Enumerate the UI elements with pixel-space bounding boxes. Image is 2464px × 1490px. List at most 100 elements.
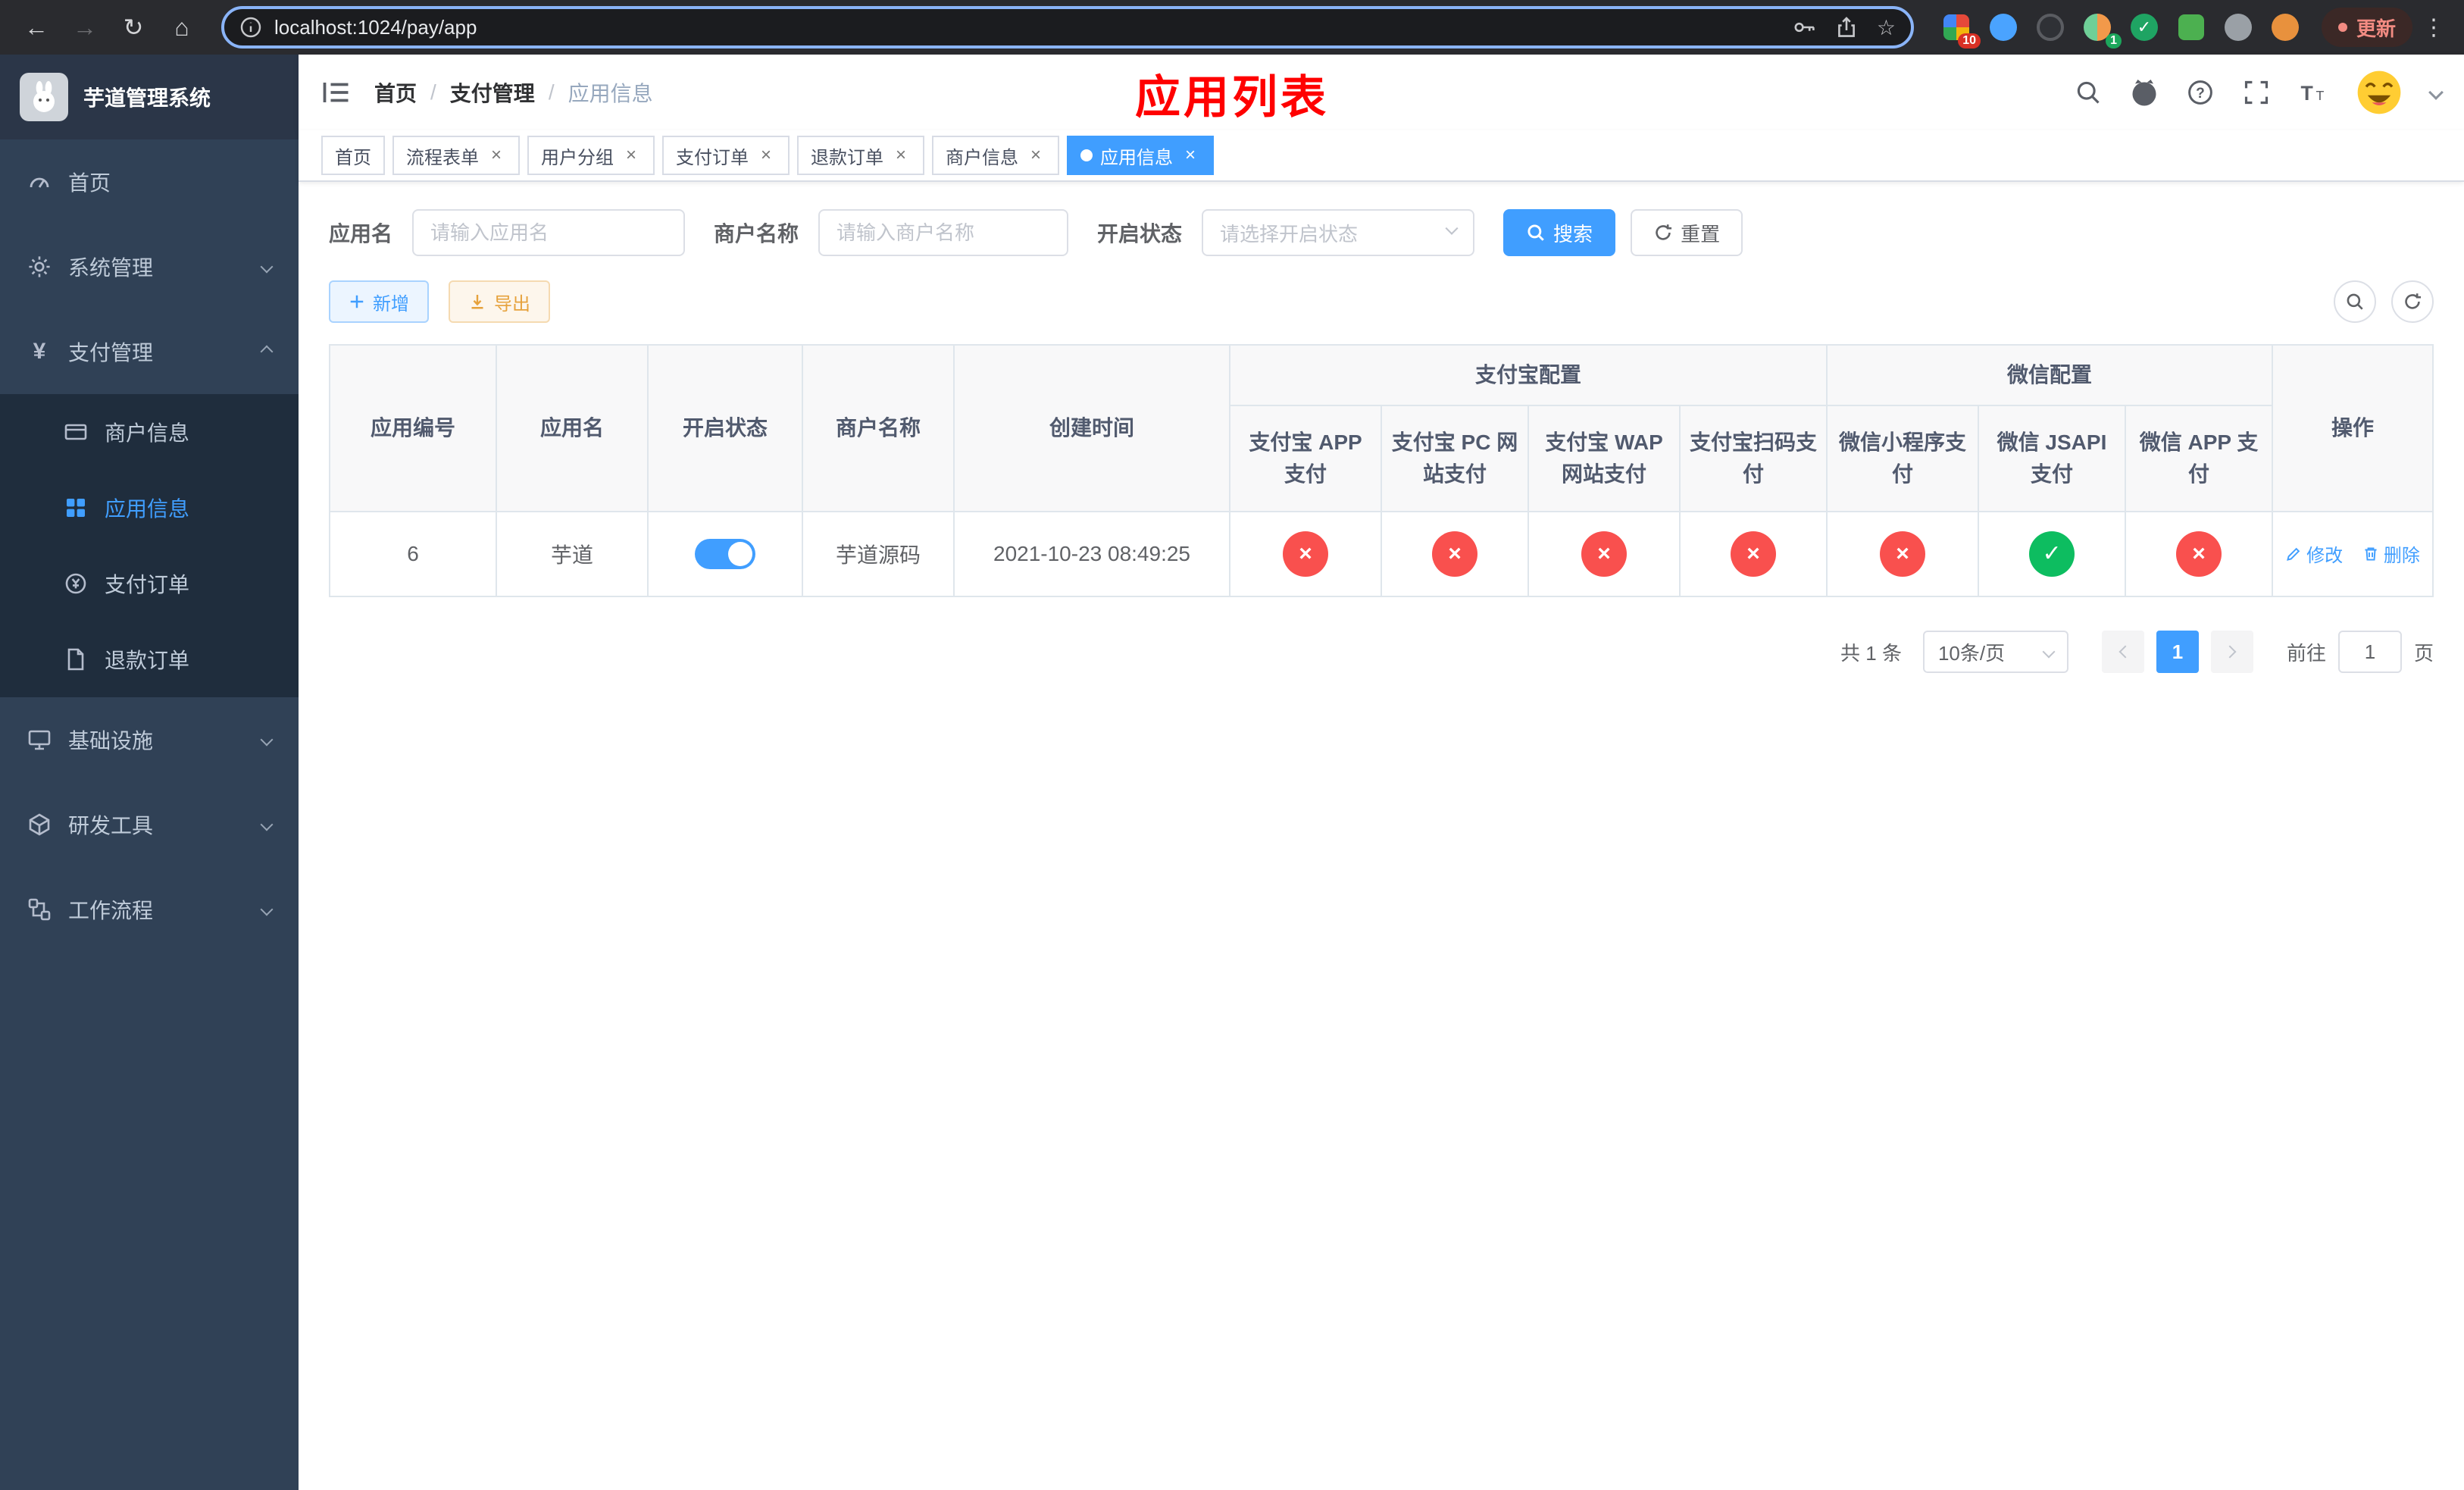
prev-page-button[interactable] (2101, 631, 2144, 673)
delete-link[interactable]: 删除 (2362, 540, 2420, 567)
browser-forward-icon[interactable]: → (64, 6, 106, 49)
sidebar-fold-icon[interactable] (321, 77, 352, 108)
status-toggle[interactable] (695, 539, 755, 569)
app-name-input[interactable] (412, 209, 686, 256)
sidebar-item-pay-orders[interactable]: 支付订单 (0, 546, 299, 621)
edit-link[interactable]: 修改 (2285, 540, 2343, 567)
box-icon (27, 812, 52, 837)
tab-app-info[interactable]: 应用信息 × (1067, 136, 1214, 175)
goto-label: 前往 (2286, 641, 2326, 665)
alipay-qr-status-icon: × (1731, 531, 1776, 577)
app-logo[interactable]: 芋道管理系统 (0, 55, 299, 139)
github-icon[interactable] (2129, 77, 2159, 108)
browser-menu-icon[interactable]: ⋮ (2419, 14, 2449, 41)
sidebar-item-devtools[interactable]: 研发工具 (0, 782, 299, 867)
sidebar-item-workflow[interactable]: 工作流程 (0, 867, 299, 952)
filter-form: 应用名 商户名称 开启状态 请选择开启状态 (329, 209, 2434, 256)
user-avatar[interactable] (2353, 67, 2405, 118)
user-menu-caret-icon[interactable] (2428, 85, 2444, 100)
password-key-icon[interactable] (1792, 15, 1816, 39)
tab-close-icon[interactable]: × (1180, 146, 1200, 165)
extension-check-icon[interactable]: ✓ (2129, 12, 2159, 42)
update-dot-icon (2337, 23, 2347, 32)
page-unit-label: 页 (2413, 641, 2434, 665)
search-button[interactable]: 搜索 (1503, 209, 1616, 256)
goto-page-input[interactable] (2337, 631, 2402, 673)
status-select[interactable]: 请选择开启状态 (1202, 209, 1475, 256)
tab-close-icon[interactable]: × (756, 146, 776, 165)
apps-table: 应用编号 应用名 开启状态 商户名称 创建时间 支付宝配置 微信配置 操作 支付… (329, 344, 2434, 597)
sidebar-item-home[interactable]: 首页 (0, 139, 299, 224)
merchant-name-input[interactable] (818, 209, 1069, 256)
extension-collage-icon[interactable]: 10 (1941, 12, 1981, 49)
page-number-1[interactable]: 1 (2156, 631, 2199, 673)
extension-drop-icon[interactable] (1988, 12, 2018, 42)
sidebar-item-refund-orders[interactable]: 退款订单 (0, 621, 299, 697)
browser-update-button[interactable]: 更新 (2321, 8, 2412, 47)
search-icon[interactable] (2073, 77, 2103, 108)
browser-reload-icon[interactable]: ↻ (112, 6, 155, 49)
tab-close-icon[interactable]: × (891, 146, 911, 165)
alipay-wap-status-icon: × (1581, 531, 1627, 577)
col-merchant: 商户名称 (802, 344, 955, 512)
address-bar[interactable]: localhost:1024/pay/app ☆ (221, 6, 1914, 49)
tab-close-icon[interactable]: × (1026, 146, 1046, 165)
bookmark-star-icon[interactable]: ☆ (1877, 15, 1896, 40)
extensions-row: 10 1 ✓ (1941, 12, 2300, 49)
sidebar-item-merchant-info[interactable]: 商户信息 (0, 394, 299, 470)
breadcrumb-payment[interactable]: 支付管理 (450, 77, 535, 108)
tab-pay-orders[interactable]: 支付订单 × (662, 136, 790, 175)
cell-created: 2021-10-23 08:49:25 (953, 511, 1230, 597)
app-name-label: 应用名 (329, 222, 393, 246)
sidebar-item-system[interactable]: 系统管理 (0, 224, 299, 309)
extension-dark-icon[interactable] (2035, 12, 2065, 42)
share-icon[interactable] (1834, 15, 1859, 39)
extension-profile-icon[interactable]: 1 (2082, 12, 2122, 49)
sidebar-item-infra[interactable]: 基础设施 (0, 697, 299, 782)
export-button[interactable]: 导出 (449, 280, 550, 323)
extension-face-icon[interactable] (2270, 12, 2300, 42)
site-info-icon[interactable] (239, 16, 262, 39)
tab-close-icon[interactable]: × (486, 146, 506, 165)
browser-home-icon[interactable]: ⌂ (161, 6, 203, 49)
font-size-icon[interactable]: T T (2297, 77, 2328, 108)
svg-text:T: T (2300, 82, 2312, 105)
page-size-select[interactable]: 10条/页 (1922, 631, 2068, 673)
tab-user-group[interactable]: 用户分组 × (527, 136, 655, 175)
sidebar: 芋道管理系统 首页 系统管理 ¥ 支付管理 商户信息 应用信息 支付订单 退款订… (0, 55, 299, 1490)
cell-status (647, 511, 803, 597)
col-app-name: 应用名 (496, 344, 649, 512)
help-icon[interactable]: ? (2185, 77, 2215, 108)
fullscreen-icon[interactable] (2241, 77, 2272, 108)
alipay-pc-status-icon: × (1432, 531, 1477, 577)
next-page-button[interactable] (2210, 631, 2253, 673)
col-alipay-wap: 支付宝 WAP 网站支付 (1527, 405, 1681, 512)
toggle-search-button[interactable] (2334, 280, 2376, 323)
extension-note-icon[interactable] (2176, 12, 2206, 42)
add-button[interactable]: 新增 (329, 280, 429, 323)
sidebar-item-app-info[interactable]: 应用信息 (0, 470, 299, 546)
extension-puzzle-icon[interactable] (2223, 12, 2253, 42)
pay-order-icon (64, 571, 88, 596)
alipay-app-status-icon: × (1283, 531, 1328, 577)
reset-button[interactable]: 重置 (1631, 209, 1743, 256)
grid-icon (64, 496, 88, 520)
col-wechat-mini: 微信小程序支付 (1826, 405, 1980, 512)
tab-close-icon[interactable]: × (621, 146, 641, 165)
tab-home[interactable]: 首页 (321, 136, 385, 175)
tab-process-form[interactable]: 流程表单 × (392, 136, 520, 175)
tags-view: 首页 流程表单 × 用户分组 × 支付订单 × 退款订单 × 商户信息 × 应用… (299, 130, 2464, 182)
chevron-right-icon (2223, 645, 2237, 659)
wechat-mini-status-icon: × (1880, 531, 1926, 577)
col-alipay-pc: 支付宝 PC 网站支付 (1381, 405, 1529, 512)
breadcrumb-home[interactable]: 首页 (374, 77, 417, 108)
logo-avatar (20, 73, 68, 121)
chevron-down-icon (260, 733, 274, 747)
tab-merchant-info[interactable]: 商户信息 × (932, 136, 1059, 175)
tab-refund-orders[interactable]: 退款订单 × (797, 136, 924, 175)
sidebar-item-payment[interactable]: ¥ 支付管理 (0, 309, 299, 394)
browser-back-icon[interactable]: ← (15, 6, 58, 49)
document-icon (64, 647, 88, 671)
group-alipay-config: 支付宝配置 (1228, 344, 1828, 406)
refresh-button[interactable] (2391, 280, 2434, 323)
